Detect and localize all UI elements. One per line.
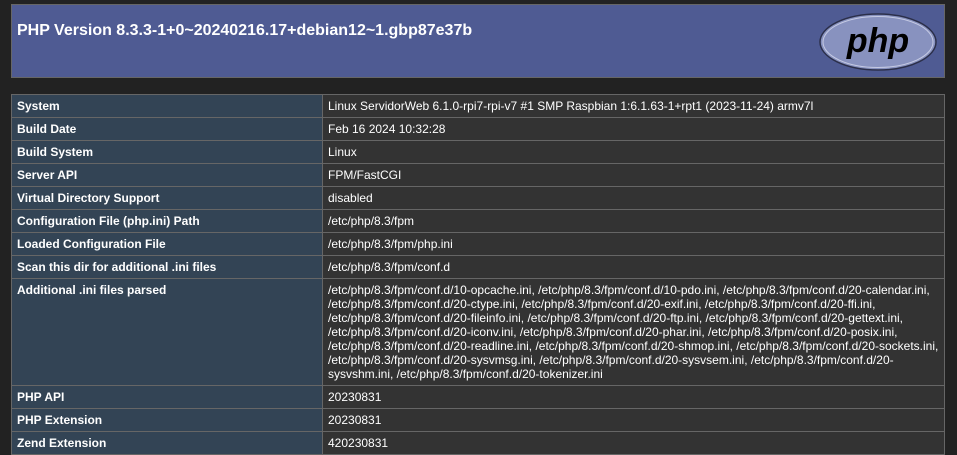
page-title: PHP Version 8.3.3-1+0~20240216.17+debian… [17,22,473,39]
row-value: Linux [322,140,945,164]
row-label: PHP API [11,385,323,409]
row-value: 420230831 [322,431,945,455]
row-value: 20230831 [322,385,945,409]
table-row: Loaded Configuration File/etc/php/8.3/fp… [11,232,945,256]
row-label: Loaded Configuration File [11,232,323,256]
row-value: Linux ServidorWeb 6.1.0-rpi7-rpi-v7 #1 S… [322,94,945,118]
row-value: /etc/php/8.3/fpm [322,209,945,233]
row-value: /etc/php/8.3/fpm/conf.d/10-opcache.ini, … [322,278,945,386]
row-label: Build Date [11,117,323,141]
php-logo-text: php [846,22,909,60]
info-table: System Linux ServidorWeb 6.1.0-rpi7-rpi-v… [11,94,945,455]
table-row: Build Date Feb 16 2024 10:32:28 [11,117,945,141]
php-logo[interactable]: php [818,12,938,72]
table-row: PHP API 20230831 [11,385,945,409]
row-value: /etc/php/8.3/fpm/conf.d [322,255,945,279]
row-label: Scan this dir for additional .ini files [11,255,323,279]
table-row: System Linux ServidorWeb 6.1.0-rpi7-rpi-v… [11,94,945,118]
table-row: Scan this dir for additional .ini files /… [11,255,945,279]
row-value: FPM/FastCGI [322,163,945,187]
page-header: PHP Version 8.3.3-1+0~20240216.17+debian… [11,4,945,78]
table-row: Configuration File (php.ini) Path/etc/ph… [11,209,945,233]
row-label: Configuration File (php.ini) Path [11,209,323,233]
table-row: Server API FPM/FastCGI [11,163,945,187]
row-label: PHP Extension [11,408,323,432]
row-label: Build System [11,140,323,164]
row-value: disabled [322,186,945,210]
row-label: Additional .ini files parsed [11,278,323,386]
row-label: System [11,94,323,118]
table-row: Virtual Directory Support disabled [11,186,945,210]
row-label: Server API [11,163,323,187]
table-row: Build System Linux [11,140,945,164]
row-value: /etc/php/8.3/fpm/php.ini [322,232,945,256]
row-value: Feb 16 2024 10:32:28 [322,117,945,141]
row-label: Zend Extension [11,431,323,455]
table-row: Additional .ini files parsed/etc/php/8.3… [11,278,945,386]
table-row: Zend Extension 420230831 [11,431,945,455]
row-value: 20230831 [322,408,945,432]
row-label: Virtual Directory Support [11,186,323,210]
table-row: PHP Extension 20230831 [11,408,945,432]
